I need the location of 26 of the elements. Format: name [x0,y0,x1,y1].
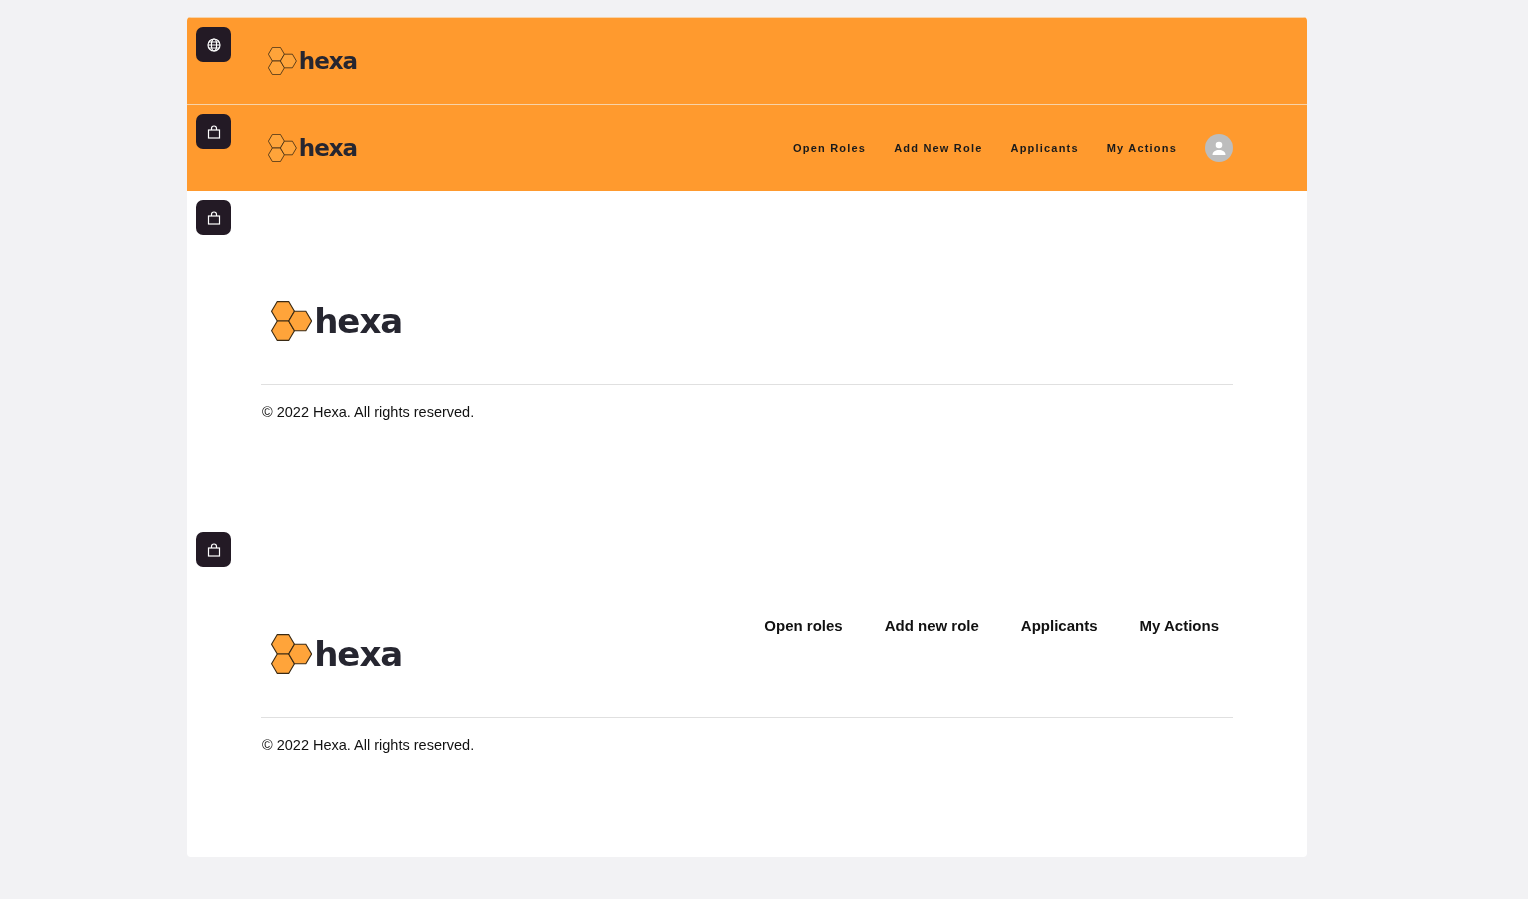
footer-link[interactable]: Add new role [884,616,979,636]
hexagon-logo-icon [268,47,297,75]
bag-icon [206,542,221,557]
bag-icon [206,210,221,225]
logo-text: hexa [298,48,358,74]
nav-link[interactable]: Add New Role [894,142,983,154]
hexagon-logo-icon [271,634,313,674]
logo-text: hexa [314,301,403,341]
nav-link[interactable]: Open Roles [793,142,867,154]
logo-text: hexa [314,634,403,674]
logo-text: hexa [298,135,358,161]
hexagon-logo-icon [268,134,297,162]
footer-link[interactable]: Applicants [1020,616,1098,636]
footer-link[interactable]: Open roles [764,616,843,636]
copyright-text: © 2022 Hexa. All rights reserved. [262,404,476,420]
bag-icon [206,124,221,139]
hexagon-logo-icon [271,301,313,341]
badge-button[interactable] [196,114,231,149]
nav-link[interactable]: My Actions [1106,142,1177,154]
badge-button[interactable] [196,532,231,567]
badge-button[interactable] [196,27,231,62]
copyright-text: © 2022 Hexa. All rights reserved. [262,737,476,753]
badge-button[interactable] [196,200,231,235]
footer-link[interactable]: My Actions [1139,616,1219,636]
globe-icon [206,37,221,52]
nav-link[interactable]: Applicants [1010,142,1079,154]
